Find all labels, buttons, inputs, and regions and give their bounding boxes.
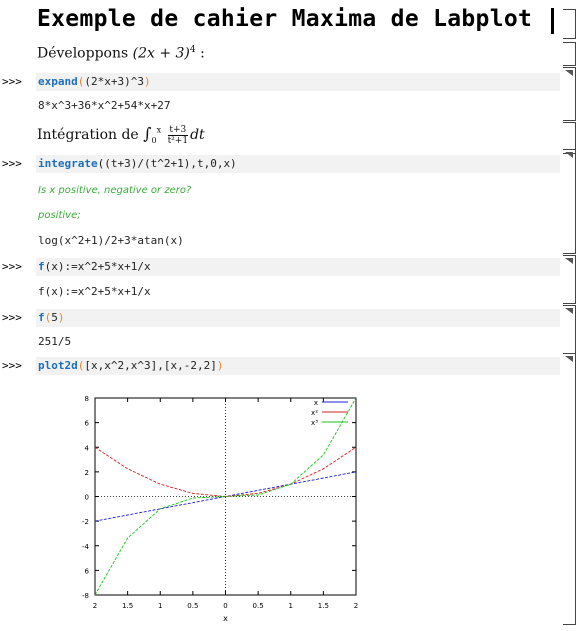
prompt-label: >>> [2,260,22,273]
result-2: log(x^2+1)/2+3*atan(x) [38,234,184,247]
y-tick-label: -2 [82,518,89,526]
legend-label: x [314,399,318,407]
text-cell-2[interactable]: Intégration de ∫0x t+3 t²+1 dt [37,124,205,146]
x-tick-label: 1 [289,602,293,610]
y-tick-label: 4 [85,444,90,452]
prompt-label: >>> [2,75,22,88]
cell-bracket[interactable] [563,9,576,39]
integral-sign: ∫0x [143,124,162,146]
text-cell-1-suffix: : [195,45,205,62]
y-tick-label: 6 [85,420,90,428]
x-tick-label: 1 [158,602,162,610]
cell-bracket[interactable] [563,149,576,254]
text-cell-1-prefix: Développons [37,45,133,62]
prompt-label: >>> [2,157,22,170]
cmd-args: ((t+3)/(t^2+1),t,0,x) [97,157,237,170]
command-cell-2-text[interactable]: integrate((t+3)/(t^2+1),t,0,x) [38,155,237,173]
text-cell-2-dt: dt [190,127,205,143]
maxima-answer[interactable]: positive; [38,210,81,221]
fraction: t+3 t²+1 [167,124,189,146]
cmd-paren-close: ) [57,311,65,324]
cell-bracket[interactable] [563,42,576,66]
text-cell-1-math: (2x + 3) [132,45,190,62]
cmd-keyword: f [38,311,45,324]
cmd-keyword: plot2d [38,359,78,372]
notebook-title[interactable]: Exemple de cahier Maxima de Labplot [37,6,532,32]
collapse-triangle-icon[interactable] [565,258,573,264]
command-cell-4[interactable] [36,309,560,327]
fraction-numerator: t+3 [167,124,189,136]
integral-lower-bound: 0 [151,136,157,146]
x-tick-label: 1.5 [318,602,329,610]
y-tick-label: 8 [85,395,89,403]
plot-output: 2 1.5 1 0.5 0 0.5 1 1.5 2 8 6 4 2 0 -2 -4 6 -8 x x x² x³ [80,390,362,623]
y-tick-label: -8 [82,592,89,600]
x-tick-label: 0 [223,602,227,610]
prompt-label: >>> [2,359,22,372]
cmd-paren-close: ) [216,359,224,372]
collapse-triangle-icon[interactable] [565,70,573,76]
collapse-triangle-icon[interactable] [565,356,573,362]
collapse-triangle-icon[interactable] [565,308,573,314]
text-cell-2-prefix: Intégration de [37,127,144,143]
legend-label: x³ [311,419,318,427]
text-cell-1[interactable]: Développons (2x + 3)4 : [37,45,205,62]
result-1: 8*x^3+36*x^2+54*x+27 [38,99,171,112]
cmd-args: (2*x+3)^3 [84,75,144,88]
title-text-cursor [551,8,554,34]
cmd-args: [x,x^2,x^3],[x,-2,2] [84,359,217,372]
y-tick-label: -4 [82,543,90,551]
result-4: 251/5 [38,335,72,348]
integral-symbol: ∫ [143,124,152,143]
command-cell-4-text[interactable]: f(5) [38,309,65,327]
x-tick-label: 1.5 [122,602,133,610]
cmd-keyword: integrate [38,157,98,170]
cmd-paren-close: ) [143,75,151,88]
x-tick-label: 2 [354,602,358,610]
x-tick-label: 0.5 [253,602,264,610]
y-tick-label: 6 [85,567,90,575]
command-cell-5-text[interactable]: plot2d([x,x^2,x^3],[x,-2,2]) [38,357,223,375]
result-3: f(x):=x^2+5*x+1/x [38,285,151,298]
x-tick-label: 2 [93,602,97,610]
maxima-question: Is x positive, negative or zero? [38,185,192,196]
cmd-keyword: f [38,260,45,273]
command-cell-3-text[interactable]: f(x):=x^2+5*x+1/x [38,258,151,276]
x-tick-label: 0.5 [187,602,198,610]
x-axis-label: x [223,614,228,622]
cell-bracket[interactable] [563,353,576,625]
y-tick-label: 2 [85,469,89,477]
command-cell-1-text[interactable]: expand((2*x+3)^3) [38,73,151,91]
legend-label: x² [311,409,318,417]
prompt-label: >>> [2,311,22,324]
cmd-keyword: expand [38,75,78,88]
y-tick-label: 0 [85,494,89,502]
integral-upper-bound: x [156,125,162,135]
cmd-args: 5 [51,311,58,324]
cmd-args: (x):=x^2+5*x+1/x [44,260,151,273]
collapse-triangle-icon[interactable] [565,152,573,158]
fraction-denominator: t²+1 [167,135,189,146]
plot2d-chart: 2 1.5 1 0.5 0 0.5 1 1.5 2 8 6 4 2 0 -2 -4 6 -8 x x x² x³ [82,395,358,623]
series-line-1 [94,446,357,497]
